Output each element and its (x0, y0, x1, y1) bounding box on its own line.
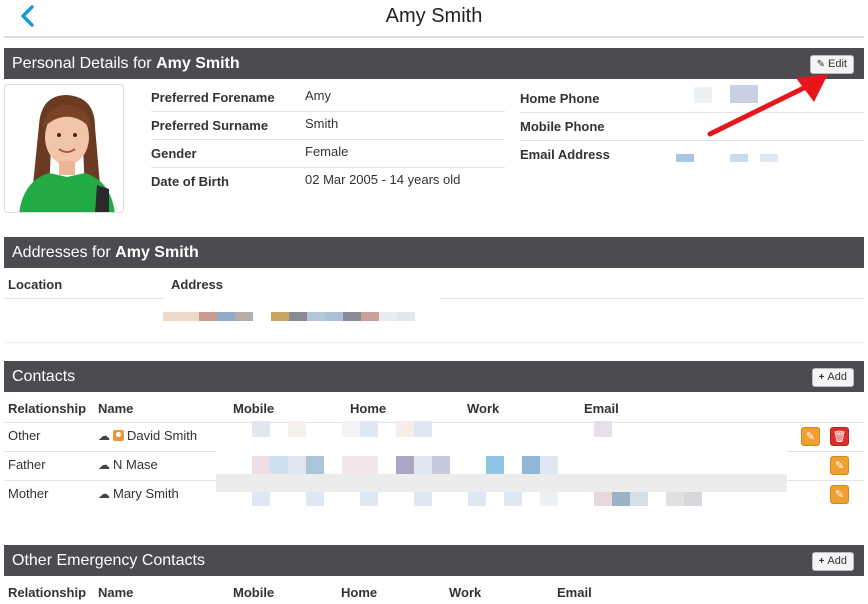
addresses-header: Addresses for Amy Smith (4, 237, 864, 268)
gender-label: Gender (151, 146, 197, 161)
cloud-icon: ☁ (98, 487, 110, 501)
mobile-phone-label: Mobile Phone (520, 119, 605, 134)
scroll-highlight-bar (216, 474, 787, 492)
emergency-col-relationship: Relationship (8, 585, 87, 600)
contacts-col-relationship: Relationship (8, 401, 87, 416)
row-divider (787, 451, 864, 452)
row-divider (787, 480, 864, 481)
redacted-block (760, 154, 778, 162)
emergency-contacts-header: Other Emergency Contacts + Add (4, 545, 864, 576)
add-emergency-label: Add (827, 555, 847, 567)
emergency-col-mobile: Mobile (233, 585, 275, 600)
contact-relationship-2: Father (8, 457, 46, 472)
contact-name-text: Mary Smith (113, 486, 179, 501)
page-title: Amy Smith (385, 5, 483, 27)
top-bar: Amy Smith (4, 0, 864, 38)
contacts-col-email: Email (584, 401, 619, 416)
row-divider (440, 298, 864, 299)
person-icon (113, 430, 124, 441)
contact-name-text: David Smith (127, 428, 198, 443)
forename-value: Amy (305, 88, 331, 103)
cloud-icon: ☁ (98, 458, 110, 472)
contact-relationship-1: Other (8, 428, 41, 443)
contacts-header: Contacts + Add (4, 361, 864, 392)
emergency-header-title: Other Emergency Contacts (12, 552, 205, 569)
row-divider (4, 422, 864, 423)
add-emergency-contact-button[interactable]: + Add (811, 552, 854, 571)
detail-row-forename: Preferred Forename Amy (151, 84, 505, 112)
email-label: Email Address (520, 147, 610, 162)
contacts-col-mobile: Mobile (233, 401, 275, 416)
cloud-icon: ☁ (98, 429, 110, 443)
add-contact-label: Add (827, 371, 847, 383)
contact-name-2[interactable]: ☁ N Mase (98, 457, 158, 472)
contact-name-1[interactable]: ☁ David Smith (98, 428, 197, 443)
plus-icon: + (818, 556, 825, 567)
contact-name-3[interactable]: ☁ Mary Smith (98, 486, 179, 501)
row-divider (4, 298, 164, 299)
detail-row-dob: Date of Birth 02 Mar 2005 - 14 years old (151, 168, 505, 196)
personal-header-name: Amy Smith (156, 55, 240, 72)
surname-label: Preferred Surname (151, 118, 269, 133)
red-arrow-annotation (707, 74, 828, 137)
dob-label: Date of Birth (151, 174, 229, 189)
edit-contact-button[interactable]: ✎ (830, 485, 849, 504)
dob-value: 02 Mar 2005 - 14 years old (305, 172, 461, 187)
redacted-block (730, 154, 748, 162)
contacts-col-home: Home (350, 401, 387, 416)
emergency-col-home: Home (341, 585, 378, 600)
contacts-header-title: Contacts (12, 368, 76, 385)
emergency-col-email: Email (557, 585, 592, 600)
detail-row-gender: Gender Female (151, 140, 505, 168)
add-contact-button[interactable]: + Add (811, 368, 854, 387)
row-divider (4, 451, 216, 452)
plus-icon: + (818, 372, 825, 383)
pencil-icon: ✎ (834, 489, 845, 501)
pencil-icon: ✎ (805, 431, 816, 443)
home-phone-label: Home Phone (520, 91, 600, 106)
edit-contact-button[interactable]: ✎ (801, 427, 820, 446)
contacts-col-work: Work (467, 401, 500, 416)
col-location: Location (8, 277, 63, 292)
personal-header-prefix: Personal Details for (12, 55, 152, 72)
emergency-col-name: Name (98, 585, 134, 600)
col-address: Address (171, 277, 224, 292)
surname-value: Smith (305, 116, 339, 131)
row-divider (4, 342, 864, 343)
addresses-header-name: Amy Smith (115, 244, 199, 261)
edit-contact-button[interactable]: ✎ (830, 456, 849, 475)
row-divider (4, 480, 216, 481)
addresses-header-prefix: Addresses for (12, 244, 111, 261)
student-photo (4, 84, 124, 213)
forename-label: Preferred Forename (151, 90, 275, 105)
delete-contact-button[interactable]: 🗑 (830, 427, 849, 446)
emergency-col-work: Work (449, 585, 482, 600)
gender-value: Female (305, 144, 349, 159)
detail-row-surname: Preferred Surname Smith (151, 112, 505, 140)
contact-relationship-3: Mother (8, 486, 49, 501)
contacts-col-name: Name (98, 401, 134, 416)
redacted-block (676, 154, 694, 162)
contact-name-text: N Mase (113, 457, 158, 472)
trash-icon: 🗑 (832, 431, 847, 443)
pencil-icon: ✎ (834, 460, 845, 472)
